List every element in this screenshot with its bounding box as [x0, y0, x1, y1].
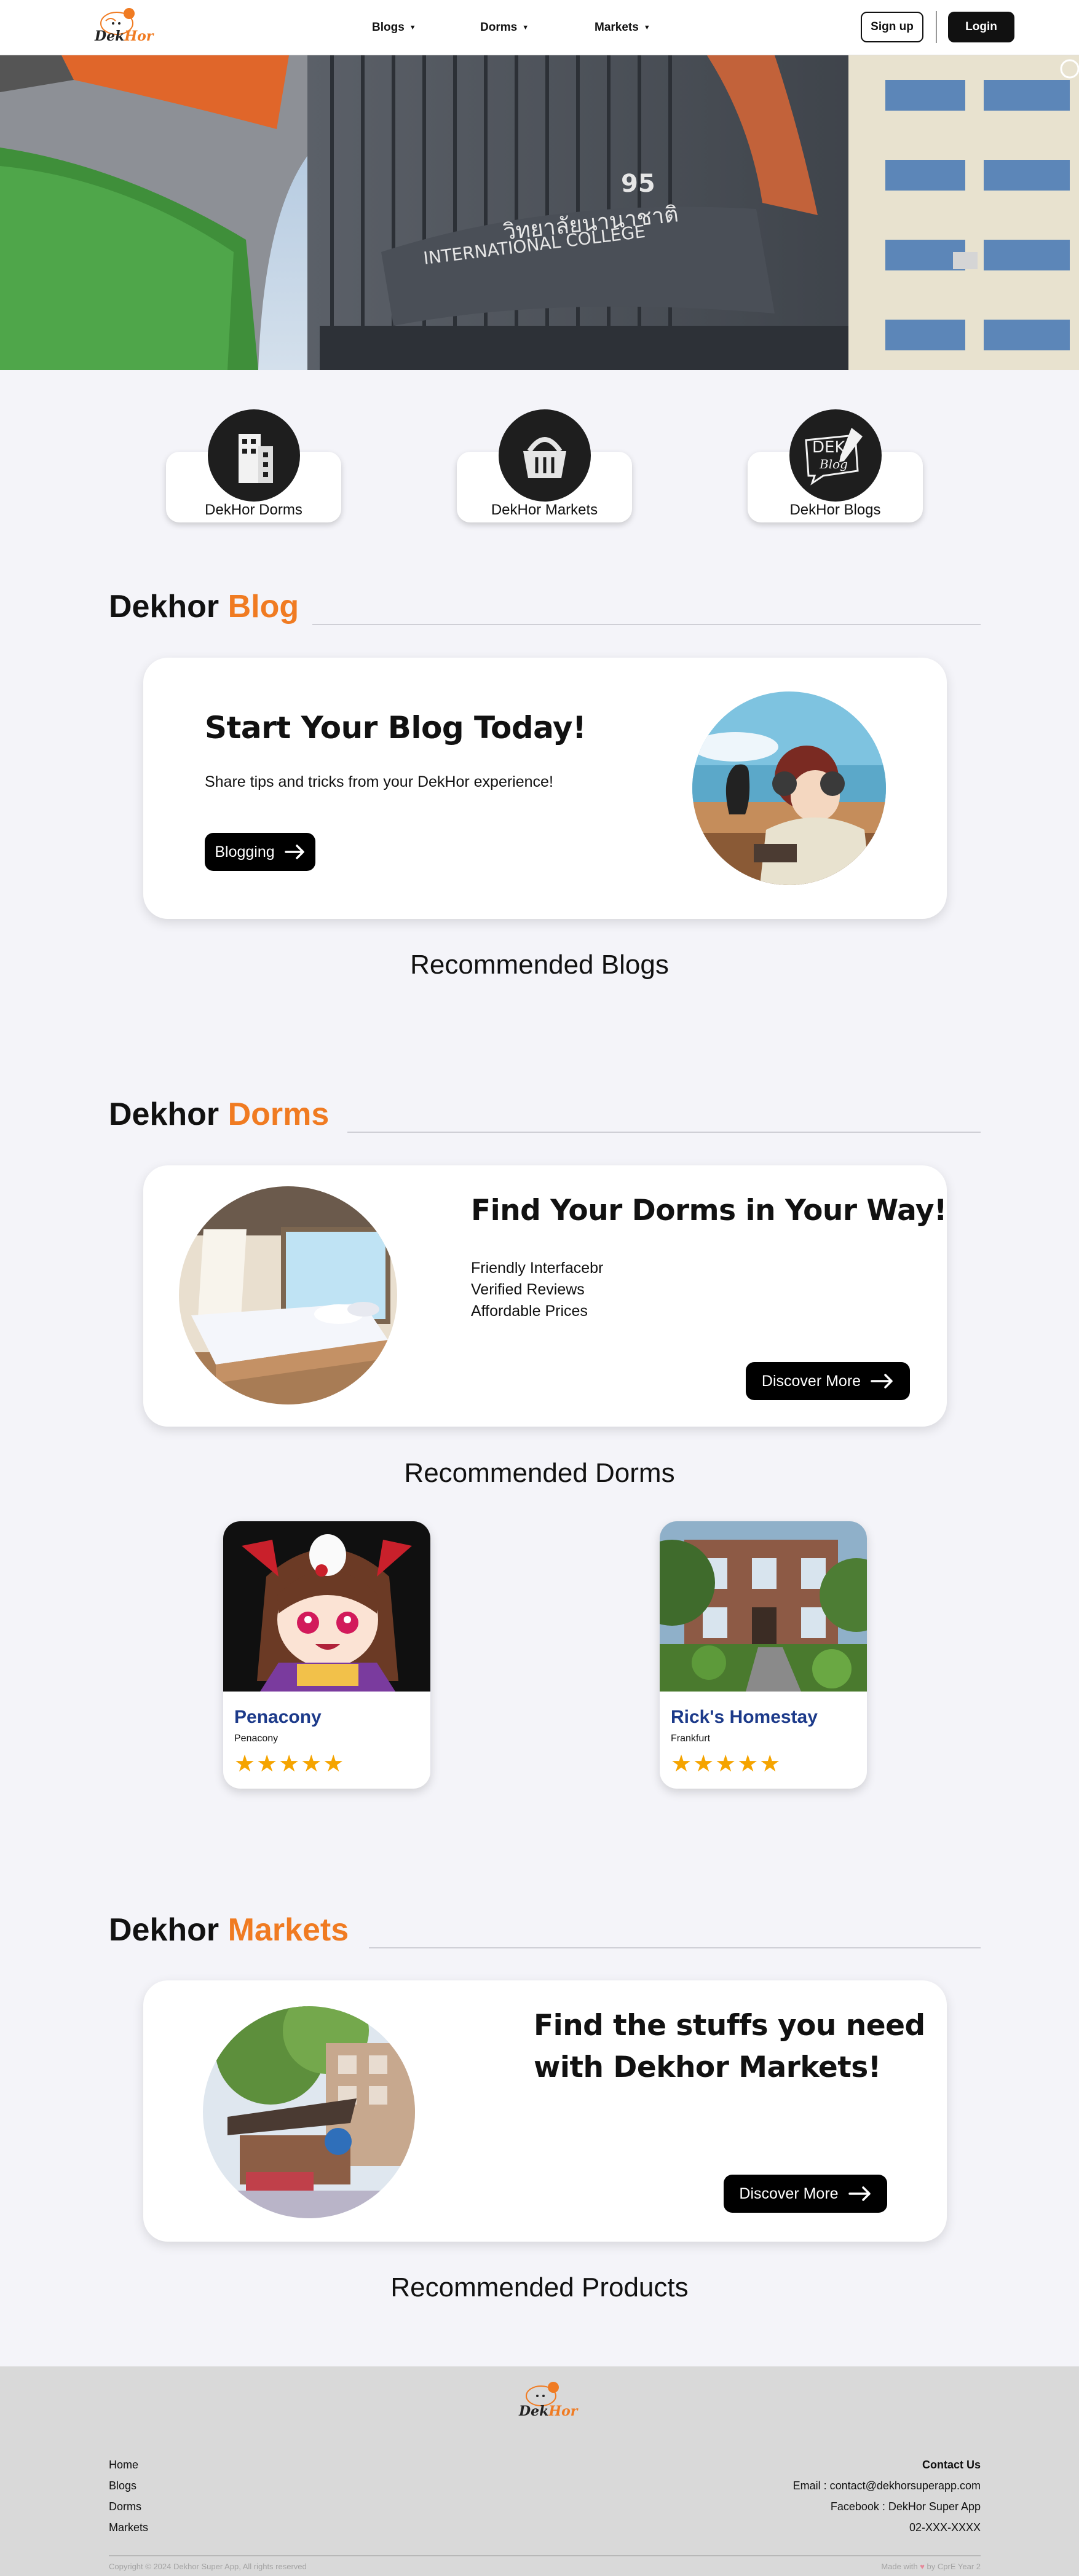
dorm-name: Penacony: [234, 1707, 322, 1727]
logo-wordmark: DekHor: [519, 2403, 578, 2419]
caret-down-icon: ▼: [409, 24, 416, 31]
logo-wordmark: DekHor: [95, 28, 154, 44]
blog-pen-icon: DEK Blog: [789, 409, 882, 502]
markets-discover-more-button[interactable]: Discover More: [724, 2175, 887, 2213]
button-label: Discover More: [739, 2184, 839, 2202]
category-label: DekHor Dorms: [205, 502, 302, 518]
blog-description: Share tips and tricks from your DekHor e…: [205, 773, 553, 790]
nav-menu-label: Dorms: [480, 21, 518, 34]
caret-down-icon: ▼: [522, 24, 529, 31]
contact-title: Contact Us: [922, 2459, 981, 2471]
arrow-right-icon: [848, 2186, 871, 2201]
footer: DekHor Home Blogs Dorms Markets Contact …: [0, 2366, 1079, 2576]
markets-heading-line-1: Find the stuffs you need: [534, 2009, 925, 2042]
recommended-dorms-title: Recommended Dorms: [404, 1458, 675, 1488]
recommended-products-title: Recommended Products: [390, 2272, 689, 2302]
contact-email[interactable]: Email : contact@dekhorsuperapp.com: [793, 2479, 981, 2492]
blog-heading: Start Your Blog Today!: [205, 710, 587, 746]
dorm-image: [660, 1521, 867, 1692]
section-divider: [347, 1132, 981, 1133]
dorm-location: Penacony: [234, 1733, 279, 1744]
dorm-image: [223, 1521, 430, 1692]
dorms-promo-card: Find Your Dorms in Your Way! Friendly In…: [143, 1165, 947, 1427]
section-divider: [312, 624, 981, 625]
login-button[interactable]: Login: [948, 12, 1014, 42]
button-label: Blogging: [215, 843, 275, 861]
recommended-blogs-title: Recommended Blogs: [410, 950, 669, 980]
blog-girl-image: [692, 691, 886, 885]
footer-divider: [109, 2555, 981, 2556]
category-label: DekHor Markets: [491, 502, 598, 518]
caret-down-icon: ▼: [643, 24, 650, 31]
footer-link-markets[interactable]: Markets: [109, 2521, 148, 2534]
footer-logo[interactable]: DekHor: [516, 2380, 577, 2420]
footer-link-home[interactable]: Home: [109, 2459, 138, 2472]
dorms-feature-3: Affordable Prices: [471, 1302, 588, 1320]
markets-heading: Find the stuffs you need with Dekhor Mar…: [534, 2005, 925, 2089]
dorms-feature-2: Verified Reviews: [471, 1281, 585, 1298]
star-rating-icon: ★★★★★: [234, 1751, 346, 1777]
arrow-right-icon: [871, 1374, 893, 1388]
signup-button[interactable]: Sign up: [861, 12, 923, 42]
dorm-card-penacony[interactable]: Penacony Penacony ★★★★★: [223, 1521, 430, 1789]
blog-section-title: Dekhor Blog: [109, 589, 299, 624]
market-basket-icon: [499, 409, 591, 502]
nav-menu-label: Markets: [595, 21, 639, 34]
arrow-right-icon: [284, 845, 304, 859]
dorms-building-icon: [208, 409, 300, 502]
nav-menu-dorms[interactable]: Dorms ▼: [480, 0, 529, 55]
blogging-button[interactable]: Blogging: [205, 833, 315, 871]
dorms-heading: Find Your Dorms in Your Way!: [471, 1194, 947, 1227]
markets-section-title: Dekhor Markets: [109, 1912, 349, 1948]
hero-building-illustration: 95 วิทยาลัยนานาชาติ INTERNATIONAL COLLEG…: [0, 55, 1079, 370]
dorms-section-title: Dekhor Dorms: [109, 1097, 330, 1132]
svg-text:95: 95: [621, 170, 655, 198]
contact-facebook[interactable]: Facebook : DekHor Super App: [831, 2500, 981, 2513]
heart-icon: ♥: [920, 2562, 925, 2571]
dorm-card-ricks-homestay[interactable]: Rick's Homestay Frankfurt ★★★★★: [660, 1521, 867, 1789]
nav-menu-label: Blogs: [372, 21, 405, 34]
dorms-feature-1: Friendly Interfacebr: [471, 1259, 604, 1277]
dekhor-logo[interactable]: DekHor: [92, 6, 153, 47]
footer-link-dorms[interactable]: Dorms: [109, 2500, 141, 2513]
market-street-image: [203, 2006, 415, 2218]
footer-link-blogs[interactable]: Blogs: [109, 2479, 136, 2492]
dorm-name: Rick's Homestay: [671, 1707, 818, 1727]
markets-heading-line-2: with Dekhor Markets!: [534, 2050, 881, 2084]
dorm-location: Frankfurt: [671, 1733, 711, 1744]
markets-promo-card: Find the stuffs you need with Dekhor Mar…: [143, 1980, 947, 2242]
button-label: Discover More: [761, 1372, 861, 1390]
section-divider: [369, 1947, 981, 1948]
bedroom-image: [179, 1186, 397, 1404]
nav-menu-blogs[interactable]: Blogs ▼: [372, 0, 416, 55]
copyright-text: Copyright © 2024 Dekhor Super App, All r…: [109, 2562, 307, 2571]
top-navbar: DekHor Blogs ▼ Dorms ▼ Markets ▼ Sign up Lo…: [0, 0, 1079, 55]
category-label: DekHor Blogs: [789, 502, 881, 518]
made-with-text: Made with ♥ by CprE Year 2: [881, 2562, 981, 2571]
contact-phone: 02-XXX-XXXX: [909, 2521, 981, 2534]
svg-text:DEK: DEK: [812, 438, 845, 457]
nav-divider: [936, 11, 937, 43]
hero-image: 95 วิทยาลัยนานาชาติ INTERNATIONAL COLLEG…: [0, 55, 1079, 370]
blog-promo-card: Start Your Blog Today! Share tips and tr…: [143, 658, 947, 919]
star-rating-icon: ★★★★★: [671, 1751, 782, 1777]
nav-menu-markets[interactable]: Markets ▼: [595, 0, 650, 55]
dorms-discover-more-button[interactable]: Discover More: [746, 1362, 910, 1400]
